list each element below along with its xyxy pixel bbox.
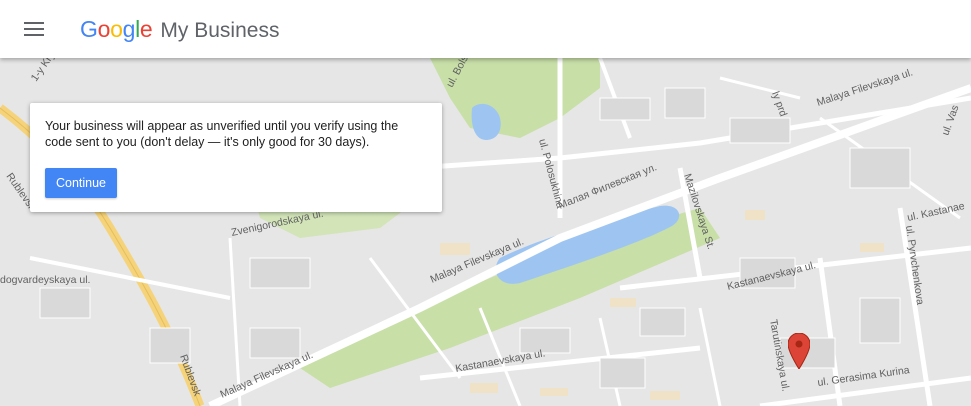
google-logo: Google xyxy=(80,15,153,43)
logo-letter: o xyxy=(110,15,123,42)
verification-message: Your business will appear as unverified … xyxy=(45,119,399,149)
logo-letter: o xyxy=(97,15,111,42)
brand[interactable]: Google My Business xyxy=(80,16,279,43)
logo-letter: e xyxy=(139,15,153,42)
logo-letter: G xyxy=(80,15,98,42)
location-pin-icon[interactable] xyxy=(788,333,810,369)
street-label: dogvardeyskaya ul. xyxy=(0,274,90,286)
hamburger-menu-icon[interactable] xyxy=(24,17,48,41)
logo-letter: g xyxy=(122,15,136,42)
top-app-bar: Google My Business xyxy=(0,0,971,58)
verification-card: Your business will appear as unverified … xyxy=(30,103,442,212)
product-name: My Business xyxy=(160,18,280,42)
continue-button[interactable]: Continue xyxy=(45,168,117,198)
